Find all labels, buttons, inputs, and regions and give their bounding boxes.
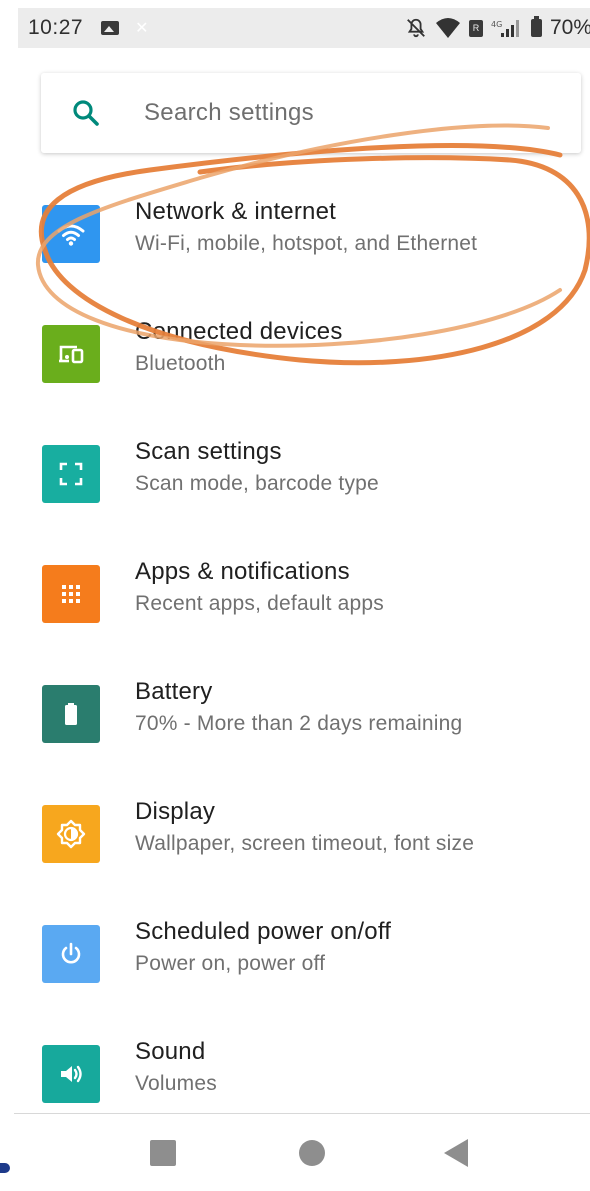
item-title: Display (135, 798, 216, 825)
item-subtitle: Bluetooth (135, 352, 226, 375)
item-subtitle: Volumes (135, 1072, 217, 1095)
svg-text:4G: 4G (491, 20, 502, 29)
mute-icon (407, 18, 425, 38)
back-button[interactable] (444, 1139, 468, 1167)
settings-item-network[interactable]: Network & internet Wi-Fi, mobile, hotspo… (0, 180, 590, 290)
signal-icon: 4G (491, 20, 519, 37)
search-icon (73, 100, 99, 126)
item-subtitle: Scan mode, barcode type (135, 472, 379, 495)
item-title: Network & internet (135, 198, 337, 225)
power-icon (42, 925, 100, 983)
scan-icon (42, 445, 100, 503)
volume-icon (42, 1045, 100, 1103)
recents-button[interactable] (150, 1140, 176, 1166)
devices-icon (42, 325, 100, 383)
status-icons: R 4G 70% (405, 16, 590, 40)
settings-item-apps[interactable]: Apps & notifications Recent apps, defaul… (0, 540, 590, 650)
status-time: 10:27 (28, 16, 84, 39)
battery-icon (530, 16, 542, 37)
item-title: Scheduled power on/off (135, 918, 392, 945)
home-button[interactable] (299, 1140, 325, 1166)
item-subtitle: Wallpaper, screen timeout, font size (135, 832, 475, 855)
settings-item-connected-devices[interactable]: Connected devices Bluetooth (0, 300, 590, 410)
settings-item-scan-settings[interactable]: Scan settings Scan mode, barcode type (0, 420, 590, 530)
battery-percent: 70% (549, 16, 590, 39)
item-subtitle: Wi-Fi, mobile, hotspot, and Ethernet (135, 232, 478, 255)
navigation-bar (0, 1114, 590, 1191)
item-subtitle: Power on, power off (135, 952, 326, 975)
settings-screen: 10:27 ✕ R 4G 70% Search settings Network… (0, 0, 590, 1191)
item-title: Sound (135, 1038, 206, 1065)
settings-item-battery[interactable]: Battery 70% - More than 2 days remaining (0, 660, 590, 770)
brightness-icon (42, 805, 100, 863)
item-title: Battery (135, 678, 213, 705)
apps-icon (42, 565, 100, 623)
settings-item-display[interactable]: Display Wallpaper, screen timeout, font … (0, 780, 590, 890)
image-icon (101, 21, 120, 35)
item-subtitle: 70% - More than 2 days remaining (135, 712, 463, 735)
item-subtitle: Recent apps, default apps (135, 592, 385, 615)
wifi-icon (435, 18, 460, 38)
search-input[interactable]: Search settings (144, 99, 314, 127)
battery-icon (42, 685, 100, 743)
item-title: Scan settings (135, 438, 282, 465)
settings-item-scheduled-power[interactable]: Scheduled power on/off Power on, power o… (0, 900, 590, 1010)
item-title: Apps & notifications (135, 558, 350, 585)
item-title: Connected devices (135, 318, 343, 345)
close-icon: ✕ (135, 20, 149, 37)
wifi-icon (42, 205, 100, 263)
search-bar[interactable]: Search settings (41, 73, 581, 153)
corner-dot (0, 1163, 10, 1173)
status-bar: 10:27 ✕ R 4G 70% (18, 8, 590, 48)
sim-icon: R (468, 19, 483, 37)
